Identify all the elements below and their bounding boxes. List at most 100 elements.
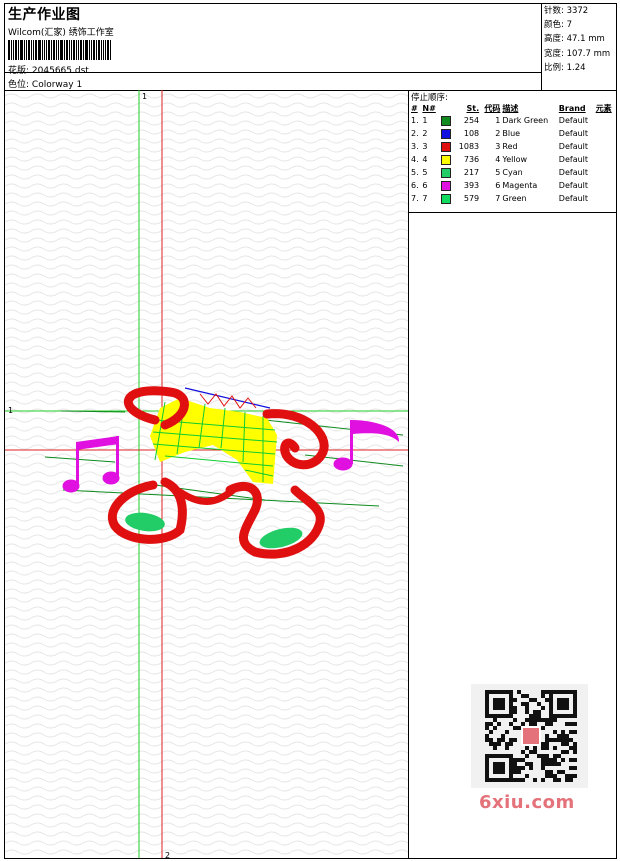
row-needle: 3 bbox=[422, 142, 428, 151]
row-desc: Green bbox=[502, 194, 527, 203]
row-desc: Cyan bbox=[502, 168, 523, 177]
row-desc: Yellow bbox=[502, 155, 528, 164]
qr-module bbox=[521, 758, 525, 762]
qr-module bbox=[541, 706, 545, 710]
qr-module bbox=[489, 738, 493, 742]
qr-code bbox=[485, 690, 577, 782]
qr-module bbox=[529, 722, 533, 726]
qr-module bbox=[513, 738, 517, 742]
qr-module bbox=[489, 742, 493, 746]
barcode-bar bbox=[98, 40, 100, 60]
qr-module bbox=[569, 778, 573, 782]
row-element bbox=[595, 140, 616, 153]
barcode bbox=[8, 40, 145, 60]
qr-module bbox=[549, 762, 553, 766]
qr-module bbox=[569, 738, 573, 742]
qr-module bbox=[545, 690, 549, 694]
qr-module bbox=[553, 718, 557, 722]
row-needle: 2 bbox=[422, 129, 428, 138]
qr-module bbox=[533, 778, 537, 782]
qr-module bbox=[541, 754, 545, 758]
row-index: 2. bbox=[411, 129, 419, 138]
qr-module bbox=[541, 726, 545, 730]
color-swatch-box bbox=[440, 154, 451, 165]
qr-module bbox=[565, 738, 569, 742]
color-swatch-box bbox=[440, 167, 451, 178]
qr-module bbox=[565, 722, 569, 726]
qr-module bbox=[545, 758, 549, 762]
table-row: 1. 1 254 1 Dark Green Default bbox=[410, 114, 616, 127]
marker-bottom: 2 bbox=[165, 851, 170, 859]
barcode-bar bbox=[80, 40, 82, 60]
stat-stitches: 针数: 3372 bbox=[544, 6, 589, 16]
qr-module bbox=[537, 718, 541, 722]
stop-sequence-table: # N# St. 代码 描述 Brand 元素 1. 1 254 1 Dark Gree… bbox=[410, 102, 616, 205]
barcode-bar bbox=[69, 40, 70, 60]
col-hash: # bbox=[411, 103, 418, 113]
qr-module bbox=[517, 770, 521, 774]
production-sheet: 生产作业图 Wilcom(汇家) 绣饰工作室 花版: 2045665.dst 色… bbox=[4, 3, 617, 859]
row-desc: Dark Green bbox=[502, 116, 549, 125]
qr-module bbox=[537, 702, 541, 706]
qr-module bbox=[501, 734, 505, 738]
qr-module bbox=[545, 774, 549, 778]
qr-module bbox=[545, 698, 549, 702]
watermark: 6xiu.com bbox=[479, 792, 575, 813]
qr-module bbox=[525, 706, 529, 710]
qr-module bbox=[553, 746, 557, 750]
qr-module bbox=[525, 702, 529, 706]
qr-module bbox=[541, 690, 545, 694]
barcode-bar bbox=[13, 40, 14, 60]
row-element bbox=[595, 153, 616, 166]
barcode-bar bbox=[28, 40, 30, 60]
qr-module bbox=[557, 754, 561, 758]
qr-module bbox=[545, 754, 549, 758]
qr-module bbox=[533, 714, 537, 718]
qr-module bbox=[489, 730, 493, 734]
color-swatch-box bbox=[440, 128, 451, 139]
qr-module bbox=[573, 746, 577, 750]
qr-module bbox=[525, 754, 529, 758]
barcode-bar bbox=[76, 40, 77, 60]
row-brand: Default bbox=[558, 116, 589, 125]
qr-module bbox=[573, 742, 577, 746]
qr-module bbox=[513, 778, 517, 782]
barcode-bar bbox=[38, 40, 41, 60]
col-element: 元素 bbox=[595, 103, 612, 113]
barcode-bar bbox=[78, 40, 79, 60]
row-needle: 4 bbox=[422, 155, 428, 164]
qr-module bbox=[485, 738, 489, 742]
barcode-bar bbox=[96, 40, 97, 60]
row-element bbox=[595, 179, 616, 192]
row-desc: Blue bbox=[502, 129, 521, 138]
qr-module bbox=[529, 698, 533, 702]
barcode-bar bbox=[71, 40, 72, 60]
row-code: 7 bbox=[495, 194, 501, 203]
qr-module bbox=[513, 758, 517, 762]
design-canvas: 1 1 2 bbox=[5, 90, 409, 859]
qr-module bbox=[521, 750, 525, 754]
barcode-bar bbox=[31, 40, 32, 60]
qr-module bbox=[545, 746, 549, 750]
color-swatch-box bbox=[440, 180, 451, 191]
colorway-value: Colorway 1 bbox=[31, 80, 83, 90]
barcode-bar bbox=[11, 40, 12, 60]
qr-module bbox=[541, 742, 545, 746]
colorway-label: 色位: bbox=[8, 80, 30, 90]
qr-module bbox=[517, 726, 521, 730]
row-brand: Default bbox=[558, 168, 589, 177]
qr-module bbox=[569, 722, 573, 726]
stat-colors: 颜色: 7 bbox=[544, 20, 572, 31]
qr-module bbox=[525, 762, 529, 766]
qr-module bbox=[541, 766, 545, 770]
barcode-bar bbox=[42, 40, 43, 60]
qr-finder-core bbox=[557, 698, 569, 710]
table-row: 2. 2 108 2 Blue Default bbox=[410, 127, 616, 140]
company-name: Wilcom(汇家) 绣饰工作室 bbox=[8, 28, 114, 38]
qr-module bbox=[541, 778, 545, 782]
qr-module bbox=[513, 726, 517, 730]
qr-module bbox=[545, 718, 549, 722]
color-swatch bbox=[440, 192, 454, 205]
qr-module bbox=[513, 710, 517, 714]
qr-module bbox=[545, 722, 549, 726]
